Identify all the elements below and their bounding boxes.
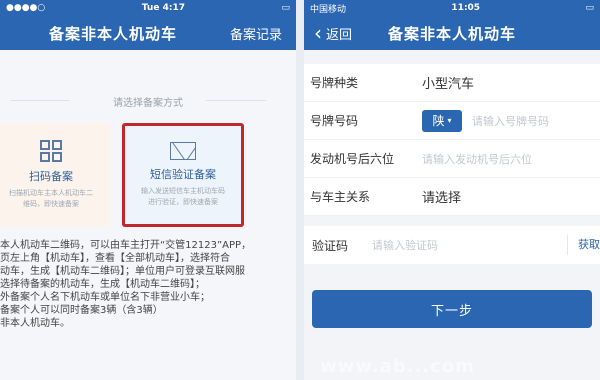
instructions: 本人机动车二维码，可以由车主打开“交管12123”APP， 页左上角【机动车】，… — [0, 239, 296, 330]
plate-number-row: 号牌号码 陕 ▾ 请输入号牌号码 — [304, 102, 600, 140]
status-bar: ●●●●○ Tue 4:17 ▭ — [0, 0, 296, 16]
relation-label: 与车主关系 — [310, 190, 371, 204]
screen-divider — [296, 0, 304, 380]
caret-down-icon: ▾ — [447, 116, 452, 125]
battery-icon: ▭ — [281, 3, 290, 13]
page-title: 备案非本人机动车 — [387, 24, 516, 43]
next-step-button[interactable]: 下一步 — [312, 290, 592, 328]
plate-type-row[interactable]: 号牌种类 小型汽车 — [304, 64, 600, 102]
instruction-line: 页左上角【机动车】，查看【全部机动车】，选择符合 — [0, 253, 230, 264]
plate-type-value[interactable]: 小型汽车 — [422, 73, 474, 92]
nav-bar: 备案非本人机动车 备案记录 — [0, 16, 296, 50]
left-screen: ●●●●○ Tue 4:17 ▭ 备案非本人机动车 备案记录 请选择备案方式 扫… — [0, 0, 296, 380]
engine-label: 发动机号后六位 — [310, 152, 395, 166]
verify-label: 验证码 — [312, 238, 349, 253]
plate-number-label: 号牌号码 — [310, 114, 359, 128]
card-desc: 输入发送短信车主机动车码进行验证，即快速备案 — [141, 187, 225, 206]
instruction-line: 非本人机动车。 — [0, 318, 70, 329]
records-link[interactable]: 备案记录 — [230, 24, 282, 43]
scan-code-card[interactable]: 扫码备案 扫描机动车主本人机动车二维码，即快速备案 — [0, 123, 110, 227]
status-time: 11:05 — [451, 3, 481, 13]
verify-code-input[interactable]: 请输入验证码 — [372, 237, 438, 253]
instruction-line: 选择待备案的机动车，生成【机动车二维码】； — [0, 279, 205, 290]
watermark: www.ab...com — [320, 356, 475, 377]
instruction-line: 本人机动车二维码，可以由车主打开“交管12123”APP， — [0, 240, 252, 251]
status-carrier: 中国移动 — [310, 4, 347, 15]
status-time: Tue 4:17 — [141, 3, 185, 13]
battery-icon: ▭ — [585, 3, 594, 13]
card-desc: 扫描机动车主本人机动车二维码，即快速备案 — [9, 189, 93, 208]
sms-verify-card[interactable]: 短信验证备案 输入发送短信车主机动车码进行验证，即快速备案 — [122, 123, 244, 227]
method-cards: 扫码备案 扫描机动车主本人机动车二维码，即快速备案 短信验证备案 输入发送短信车… — [0, 123, 296, 227]
relation-select[interactable]: 请选择 — [422, 187, 461, 206]
qr-code-icon — [40, 140, 62, 162]
right-screen: 中国移动 11:05 ▭ ‹ 返回 备案非本人机动车 号牌种类 小型汽车 号牌号… — [304, 0, 600, 380]
status-bar: 中国移动 11:05 ▭ — [304, 0, 600, 16]
plate-number-input[interactable]: 请输入号牌号码 — [472, 113, 549, 129]
engine-row: 发动机号后六位 请输入发动机号后六位 — [304, 140, 600, 178]
vehicle-form: 号牌种类 小型汽车 号牌号码 陕 ▾ 请输入号牌号码 发动机号后六位 请输入发动… — [304, 64, 600, 216]
province-value: 陕 — [432, 114, 445, 128]
instruction-line: 动车，生成【机动车二维码】；单位用户可登录互联网服 — [0, 266, 245, 277]
engine-input[interactable]: 请输入发动机号后六位 — [422, 151, 532, 167]
envelope-icon — [170, 142, 196, 160]
card-title: 扫码备案 — [29, 170, 73, 183]
instruction-line: 外备案个人名下机动车或单位名下非营业小车； — [0, 292, 210, 303]
province-select[interactable]: 陕 ▾ — [422, 109, 462, 132]
relation-row[interactable]: 与车主关系 请选择 — [304, 178, 600, 216]
get-code-button[interactable]: 获取 — [567, 235, 600, 255]
nav-bar: ‹ 返回 备案非本人机动车 — [304, 16, 600, 50]
signal-icon: ●●●●○ — [6, 3, 46, 13]
card-title: 短信验证备案 — [150, 168, 216, 181]
plate-type-label: 号牌种类 — [310, 76, 359, 90]
verify-row: 验证码 请输入验证码 获取 — [304, 226, 600, 264]
choose-method-label: 请选择备案方式 — [0, 94, 296, 109]
instruction-line: 备案个人可以同时备案3辆（含3辆） — [0, 305, 163, 316]
